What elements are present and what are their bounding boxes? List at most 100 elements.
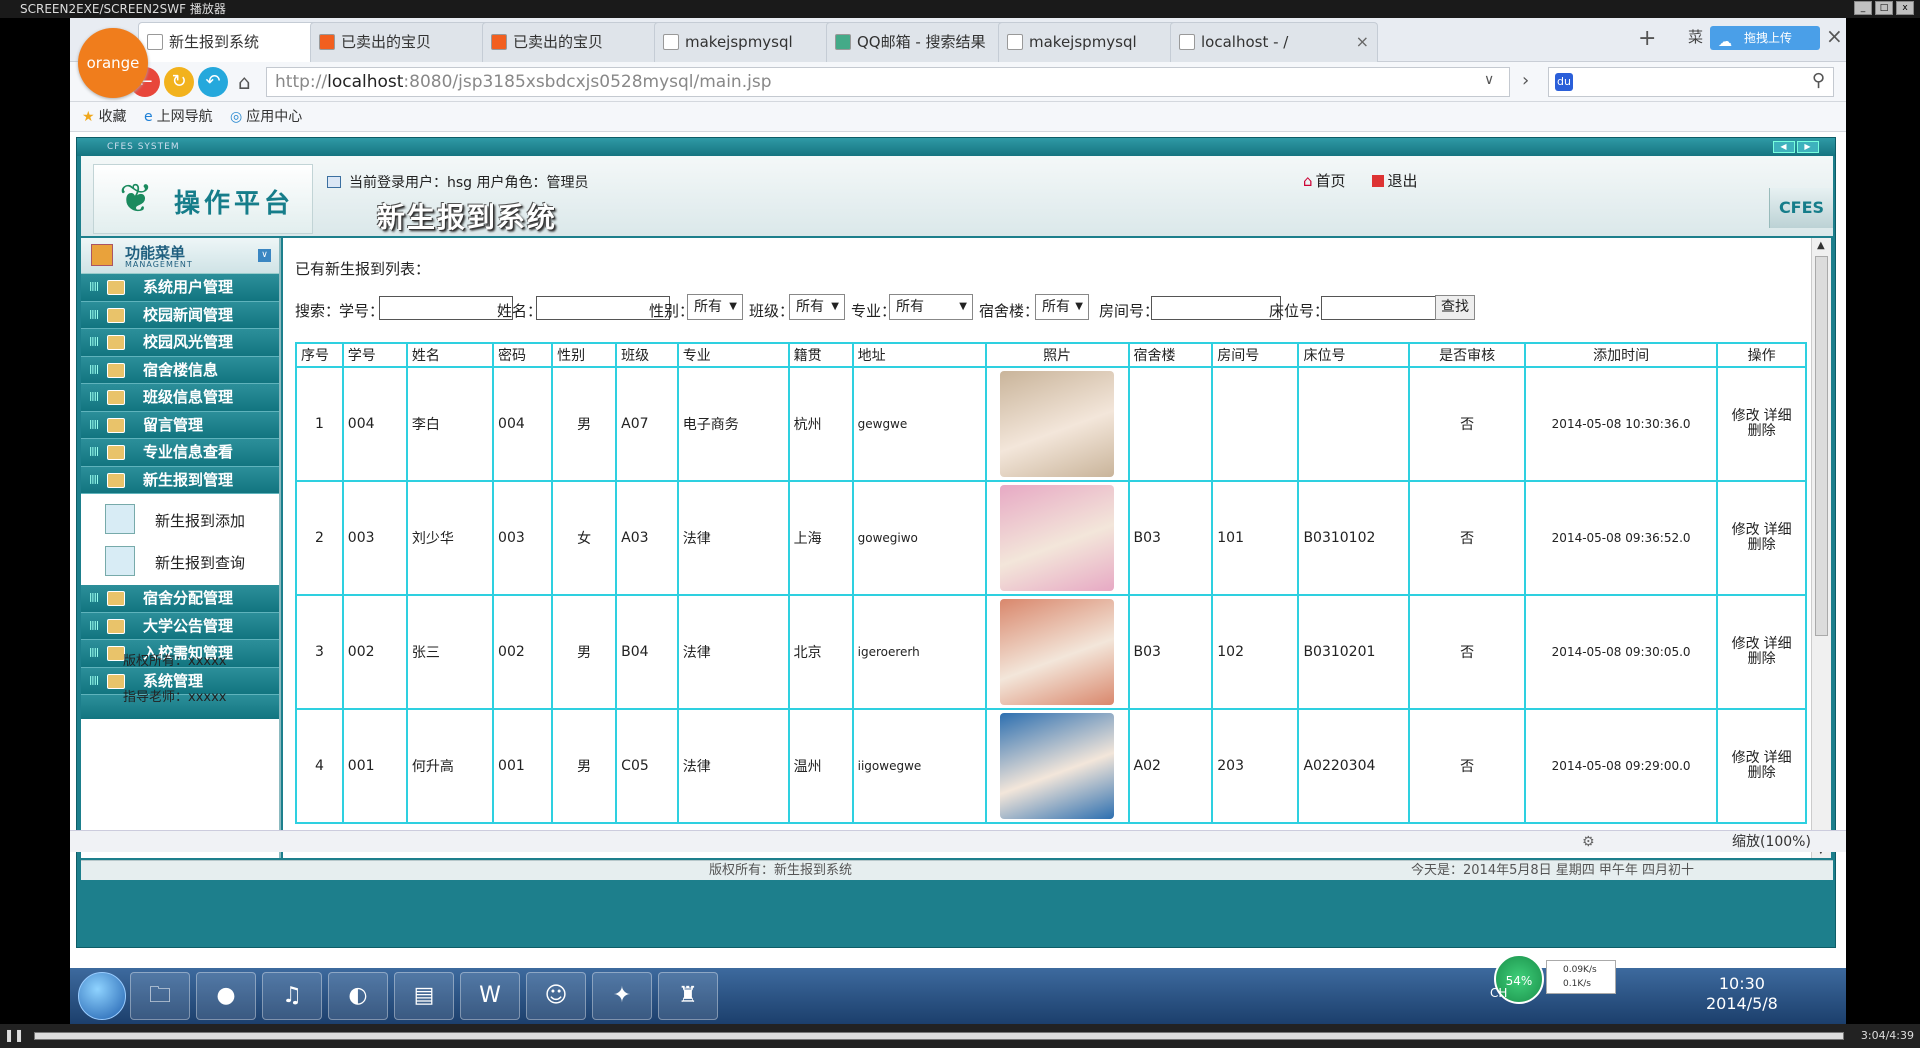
- column-header: 操作: [1716, 342, 1807, 368]
- detail-link[interactable]: 详细: [1764, 750, 1792, 766]
- folder-icon: [107, 362, 125, 378]
- grip-icon: ||||: [89, 620, 99, 631]
- tab-label: 新生报到系统: [169, 33, 260, 51]
- undo-close-button[interactable]: ↶: [198, 67, 228, 97]
- student-photo[interactable]: [1000, 713, 1115, 819]
- pause-icon[interactable]: ❚❚: [4, 1028, 24, 1042]
- clock[interactable]: 10:30 2014/5/8: [1706, 974, 1778, 1014]
- close-icon[interactable]: ×: [1356, 23, 1369, 61]
- fav-apps[interactable]: ◎ 应用中心: [230, 102, 302, 132]
- cell-addr: iigowegwe: [851, 708, 987, 824]
- detail-link[interactable]: 详细: [1764, 408, 1792, 424]
- fav-collect[interactable]: ★ 收藏: [82, 102, 127, 132]
- explorer-icon[interactable]: 🗀: [130, 972, 190, 1020]
- browser-logo[interactable]: orange: [78, 28, 148, 98]
- forward-icon[interactable]: ›: [1522, 70, 1529, 91]
- home-link[interactable]: 首页: [1316, 172, 1346, 190]
- close-tab-strip-icon[interactable]: ×: [1826, 24, 1843, 48]
- sidebar-item[interactable]: |||| 系统用户管理: [81, 274, 279, 302]
- apps-icon: ◎: [230, 109, 243, 125]
- cell-dorm: [1127, 366, 1214, 482]
- folder-icon: [107, 307, 125, 323]
- edit-link[interactable]: 修改: [1732, 636, 1760, 652]
- folder-icon: [107, 618, 125, 634]
- baidu-icon[interactable]: du: [1555, 73, 1573, 91]
- table-row: 2 003 刘少华 003 女 A03 法律 上海 gowegiwo B03 101 B0310102…: [295, 480, 1807, 596]
- major-select[interactable]: 所有 ▼: [889, 294, 973, 320]
- column-header: 班级: [615, 342, 679, 368]
- frame-prev-icon[interactable]: ◀: [1773, 141, 1795, 153]
- scroll-thumb[interactable]: [1815, 256, 1828, 636]
- detail-link[interactable]: 详细: [1764, 636, 1792, 652]
- sidebar-item[interactable]: |||| 宿舍楼信息: [81, 356, 279, 384]
- database-icon[interactable]: ▤: [394, 972, 454, 1020]
- sidebar-item[interactable]: |||| 留言管理: [81, 411, 279, 439]
- room-input[interactable]: [1151, 296, 1281, 320]
- find-button[interactable]: 查找: [1435, 295, 1475, 320]
- chevron-down-icon[interactable]: ∨: [1484, 72, 1494, 88]
- fav-nav[interactable]: e 上网导航: [144, 102, 213, 132]
- edit-link[interactable]: 修改: [1732, 750, 1760, 766]
- player-progress[interactable]: [34, 1032, 1844, 1040]
- word-icon[interactable]: W: [460, 972, 520, 1020]
- upload-button[interactable]: ☁ 拖拽上传: [1710, 26, 1820, 50]
- sidebar-item[interactable]: |||| 大学公告管理: [81, 612, 279, 640]
- zoom-level[interactable]: 缩放(100%): [1732, 831, 1811, 853]
- cell-audit: 否: [1408, 366, 1527, 482]
- delete-link[interactable]: 删除: [1748, 537, 1776, 553]
- address-bar[interactable]: http://localhost:8080/jsp3185xsbdcxjs052…: [266, 67, 1510, 97]
- start-button[interactable]: [78, 972, 126, 1020]
- gender-select[interactable]: 所有 ▼: [687, 294, 743, 320]
- delete-link[interactable]: 删除: [1748, 765, 1776, 781]
- maximize-button[interactable]: □: [1875, 1, 1893, 15]
- grip-icon: ||||: [89, 309, 99, 320]
- detail-link[interactable]: 详细: [1764, 522, 1792, 538]
- browser-window: orange 新生报到系统×已卖出的宝贝×已卖出的宝贝×makejspmysql…: [70, 18, 1846, 968]
- game-icon[interactable]: ♜: [658, 972, 718, 1020]
- dorm-select[interactable]: 所有 ▼: [1035, 294, 1089, 320]
- student-photo[interactable]: [1000, 371, 1115, 477]
- search-icon[interactable]: ⚲: [1812, 70, 1825, 91]
- content-scrollbar[interactable]: ▲ ▼: [1811, 238, 1831, 858]
- browser-tab[interactable]: localhost - / ×: [1170, 22, 1378, 62]
- new-tab-button[interactable]: +: [1638, 26, 1656, 51]
- avatar-app-icon[interactable]: ☺: [526, 972, 586, 1020]
- delete-link[interactable]: 删除: [1748, 651, 1776, 667]
- cell-no: 3: [295, 594, 344, 710]
- xuehao-input[interactable]: [379, 296, 513, 320]
- sidebar-item[interactable]: |||| 校园新闻管理: [81, 301, 279, 329]
- chat-icon[interactable]: ✦: [592, 972, 652, 1020]
- student-photo[interactable]: [1000, 599, 1115, 705]
- delete-link[interactable]: 删除: [1748, 423, 1776, 439]
- language-indicator[interactable]: CH: [1490, 986, 1507, 1000]
- close-button[interactable]: x: [1896, 1, 1914, 15]
- logout-link[interactable]: 退出: [1388, 172, 1418, 190]
- frame-next-icon[interactable]: ▶: [1797, 141, 1819, 153]
- edit-link[interactable]: 修改: [1732, 408, 1760, 424]
- scroll-up-icon[interactable]: ▲: [1817, 240, 1825, 251]
- minimize-button[interactable]: _: [1854, 1, 1872, 15]
- sidebar-item[interactable]: |||| 班级信息管理: [81, 384, 279, 412]
- collapse-menu-icon[interactable]: ∨: [258, 249, 271, 262]
- cell-origin: 上海: [787, 480, 854, 596]
- page-icon: [1007, 34, 1023, 50]
- row-actions: 修改 详细 删除: [1718, 409, 1805, 439]
- sidebar-item[interactable]: |||| 宿舍分配管理: [81, 585, 279, 613]
- edit-link[interactable]: 修改: [1732, 522, 1760, 538]
- home-icon[interactable]: ⌂: [238, 70, 251, 94]
- orange-browser-icon[interactable]: ●: [196, 972, 256, 1020]
- refresh-button[interactable]: ↻: [164, 67, 194, 97]
- eclipse-icon[interactable]: ◐: [328, 972, 388, 1020]
- gear-icon[interactable]: ⚙: [1582, 831, 1595, 853]
- column-header: 籍贯: [787, 342, 854, 368]
- tab-overflow[interactable]: 菜: [1688, 26, 1703, 47]
- sidebar-item[interactable]: |||| 专业信息查看: [81, 439, 279, 467]
- search-input[interactable]: du ⚲: [1548, 67, 1834, 97]
- sidebar-item[interactable]: |||| 新生报到管理: [81, 466, 279, 494]
- class-select[interactable]: 所有 ▼: [789, 294, 845, 320]
- student-photo[interactable]: [1000, 485, 1115, 591]
- folder-icon: [107, 417, 125, 433]
- bed-input[interactable]: [1321, 296, 1451, 320]
- music-icon[interactable]: ♫: [262, 972, 322, 1020]
- sidebar-item[interactable]: |||| 校园风光管理: [81, 329, 279, 357]
